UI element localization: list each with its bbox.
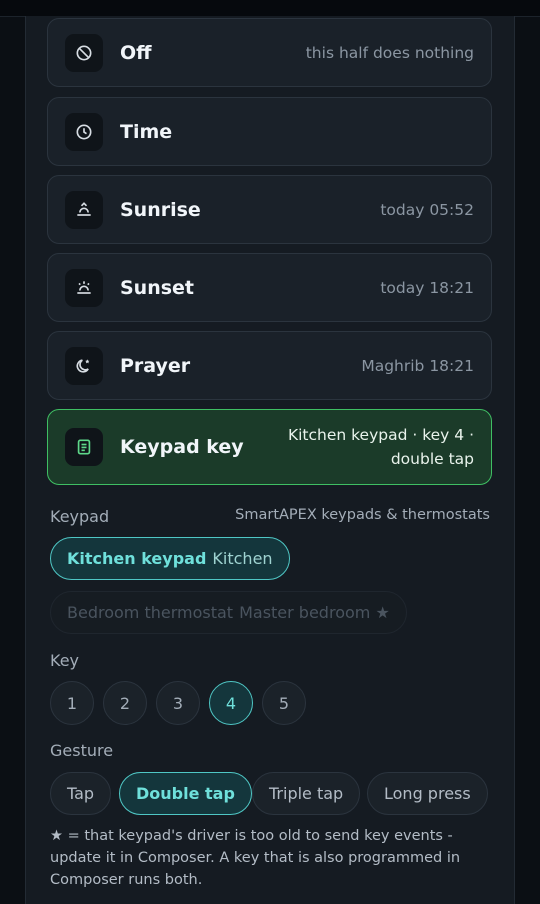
trigger-detail: this half does nothing xyxy=(305,43,474,62)
trigger-detail: today 05:52 xyxy=(380,200,474,219)
trigger-detail: today 18:21 xyxy=(380,278,474,297)
key-option-1[interactable]: 1 xyxy=(50,681,94,725)
trigger-label: Off xyxy=(120,41,152,64)
keypad-option-kitchen[interactable]: Kitchen keypad Kitchen xyxy=(50,537,290,580)
footnote: ★ = that keypad's driver is too old to s… xyxy=(50,828,461,888)
trigger-label: Time xyxy=(120,120,173,143)
trigger-label: Sunrise xyxy=(120,198,201,221)
moon-star-icon xyxy=(65,346,103,385)
key-option-4[interactable]: 4 xyxy=(209,681,253,725)
keypad-icon xyxy=(65,428,103,466)
keypad-option-name: Kitchen keypad xyxy=(67,549,207,568)
trigger-detail: Kitchen keypad · key 4 · double tap xyxy=(287,426,474,468)
keypad-option-room: Master bedroom ★ xyxy=(239,603,390,622)
trigger-label: Keypad key xyxy=(120,436,244,458)
key-option-3[interactable]: 3 xyxy=(156,681,200,725)
trigger-label: Sunset xyxy=(120,276,195,299)
clock-icon xyxy=(65,112,103,151)
sunset-icon xyxy=(65,268,103,307)
trigger-sunrise[interactable]: Sunrise today 05:52 xyxy=(47,175,492,244)
trigger-label: Prayer xyxy=(120,354,191,377)
trigger-prayer[interactable]: Prayer Maghrib 18:21 xyxy=(47,331,492,400)
keypad-option-bedroom: Bedroom thermostat Master bedroom ★ xyxy=(50,591,407,634)
gesture-tap[interactable]: Tap xyxy=(50,772,112,815)
trigger-keypad-key[interactable]: Keypad key Kitchen keypad · key 4 · doub… xyxy=(47,409,492,485)
keypad-section-hint: SmartAPEX keypads & thermostats xyxy=(235,507,490,523)
gesture-section-label: Gesture xyxy=(50,741,114,760)
ban-icon xyxy=(65,33,103,72)
trigger-detail: Maghrib 18:21 xyxy=(361,356,474,375)
key-option-2[interactable]: 2 xyxy=(103,681,147,725)
trigger-time[interactable]: Time xyxy=(47,97,492,166)
gesture-double-tap[interactable]: Double tap xyxy=(119,772,252,815)
key-option-5[interactable]: 5 xyxy=(262,681,306,725)
keypad-option-name: Bedroom thermostat xyxy=(67,603,234,622)
top-bar xyxy=(0,0,540,17)
gesture-long-press[interactable]: Long press xyxy=(367,772,488,815)
keypad-section-label: Keypad xyxy=(50,507,110,526)
gesture-triple-tap[interactable]: Triple tap xyxy=(252,772,361,815)
trigger-sunset[interactable]: Sunset today 18:21 xyxy=(47,253,492,322)
keypad-option-room: Kitchen xyxy=(212,549,273,568)
sunrise-icon xyxy=(65,190,103,229)
key-section-label: Key xyxy=(50,651,80,670)
trigger-off[interactable]: Off this half does nothing xyxy=(47,18,492,87)
